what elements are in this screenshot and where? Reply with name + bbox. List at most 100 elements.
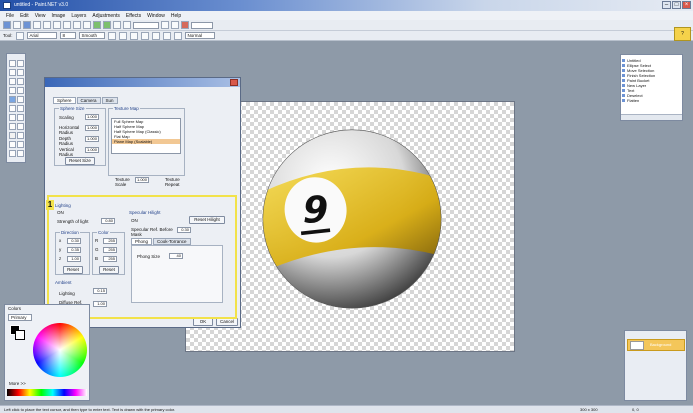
underline-icon[interactable]	[129, 31, 138, 40]
align-center-icon[interactable]	[162, 31, 171, 40]
status-hint: Left click to place the text cursor, and…	[4, 407, 176, 412]
open-file-icon[interactable]	[13, 21, 21, 29]
color-wheel[interactable]	[33, 323, 87, 377]
save-icon[interactable]	[23, 21, 31, 29]
ok-button[interactable]: OK	[193, 318, 213, 326]
units-select[interactable]	[191, 21, 213, 29]
zoom-in-icon[interactable]	[161, 21, 169, 29]
sphere-size-label: Sphere Size	[59, 106, 86, 111]
cancel-button[interactable]: Cancel	[216, 318, 238, 326]
zoom-out-icon[interactable]	[171, 21, 179, 29]
tools-panel	[6, 53, 26, 163]
gradient-icon[interactable]	[17, 96, 24, 103]
maximize-button[interactable]: □	[672, 1, 681, 9]
menu-file[interactable]: File	[6, 13, 14, 19]
freeform-shape-icon[interactable]	[17, 150, 24, 157]
rendering-select[interactable]: Smooth	[78, 32, 105, 39]
lighting-highlight-box	[47, 195, 237, 319]
depth-radius-label: Depth Radius	[59, 136, 74, 146]
align-right-icon[interactable]	[173, 31, 182, 40]
menu-adjustments[interactable]: Adjustments	[92, 13, 120, 19]
ellipse-select-icon[interactable]	[9, 78, 16, 85]
title-bar: untitled - Paint.NET v3.0 – □ ×	[0, 0, 693, 11]
close-button[interactable]: ×	[682, 1, 691, 9]
rounded-rectangle-icon[interactable]	[17, 141, 24, 148]
tab-camera[interactable]: Camera	[76, 97, 101, 104]
align-left-icon[interactable]	[151, 31, 160, 40]
zoom-tool-icon[interactable]	[17, 78, 24, 85]
paste-icon[interactable]	[63, 21, 71, 29]
magic-wand-icon[interactable]	[9, 87, 16, 94]
blend-mode-select[interactable]: Normal	[184, 32, 215, 39]
ellipse-icon[interactable]	[9, 150, 16, 157]
eraser-icon[interactable]	[17, 105, 24, 112]
lasso-icon[interactable]	[9, 69, 16, 76]
new-file-icon[interactable]	[3, 21, 11, 29]
vertical-radius-input[interactable]: 1.000	[85, 147, 99, 153]
tab-sun[interactable]: Sun	[101, 97, 118, 104]
rectangle-icon[interactable]	[9, 141, 16, 148]
paintbrush-icon[interactable]	[9, 105, 16, 112]
pan-icon[interactable]	[17, 87, 24, 94]
help-button[interactable]: ?	[674, 27, 691, 41]
horizontal-radius-input[interactable]: 1.000	[85, 125, 99, 131]
minimize-button[interactable]: –	[662, 1, 671, 9]
texture-map-label: Texture Map	[113, 106, 140, 111]
color-palette[interactable]	[7, 389, 87, 396]
redo-icon[interactable]	[103, 21, 111, 29]
tab-sphere[interactable]: Sphere	[53, 97, 76, 104]
history-item[interactable]: Flatten	[621, 98, 682, 103]
clone-stamp-icon[interactable]	[9, 123, 16, 130]
menu-view[interactable]: View	[35, 13, 46, 19]
text-icon[interactable]	[9, 132, 16, 139]
recolor-icon[interactable]	[17, 123, 24, 130]
texture-option-selected[interactable]: Plane Map (Scalable)	[112, 139, 180, 144]
menu-effects[interactable]: Effects	[126, 13, 141, 19]
crop-icon[interactable]	[73, 21, 81, 29]
texture-map-list[interactable]: Full Sphere Map Half Sphere Map Half Sph…	[111, 118, 181, 154]
deselect-icon[interactable]	[83, 21, 91, 29]
move-selection-icon[interactable]	[17, 69, 24, 76]
print-icon[interactable]	[33, 21, 41, 29]
more-colors-button[interactable]: More >>	[9, 381, 26, 386]
italic-icon[interactable]	[118, 31, 127, 40]
step-callout: 1	[46, 200, 54, 210]
line-icon[interactable]	[17, 132, 24, 139]
rulers-icon[interactable]	[123, 21, 131, 29]
rectangle-select-icon[interactable]	[9, 60, 16, 67]
move-icon[interactable]	[17, 60, 24, 67]
copy-icon[interactable]	[53, 21, 61, 29]
tool-options-bar: Tool: Arial 8 Smooth Normal	[0, 31, 693, 41]
bold-icon[interactable]	[107, 31, 116, 40]
pencil-icon[interactable]	[9, 114, 16, 121]
color-picker-icon[interactable]	[17, 114, 24, 121]
strikeout-icon[interactable]	[140, 31, 149, 40]
units-icon[interactable]	[181, 21, 189, 29]
cut-icon[interactable]	[43, 21, 51, 29]
texture-repeat-label: Texture Repeat	[165, 177, 180, 187]
scaling-label: Scaling	[59, 115, 74, 120]
reset-size-button[interactable]: Reset Size	[65, 157, 95, 165]
font-size-select[interactable]: 8	[59, 32, 76, 39]
texture-scale-input[interactable]: 1.000	[135, 177, 149, 183]
depth-radius-input[interactable]: 1.000	[85, 136, 99, 142]
menu-window[interactable]: Window	[147, 13, 165, 19]
undo-icon[interactable]	[93, 21, 101, 29]
menu-layers[interactable]: Layers	[71, 13, 86, 19]
menu-edit[interactable]: Edit	[20, 13, 29, 19]
layer-row[interactable]: Background	[627, 339, 685, 351]
billiard-ball-9: 9	[262, 129, 442, 309]
dialog-close-button[interactable]	[230, 79, 238, 86]
image-size: 300 x 300	[580, 407, 598, 412]
menu-help[interactable]: Help	[171, 13, 181, 19]
color-mode-select[interactable]: Primary	[8, 314, 32, 321]
grid-icon[interactable]	[113, 21, 121, 29]
font-select[interactable]: Arial	[26, 32, 57, 39]
paint-bucket-icon[interactable]	[9, 96, 16, 103]
menu-image[interactable]: Image	[51, 13, 65, 19]
status-bar: Left click to place the text cursor, and…	[0, 405, 693, 413]
scaling-input[interactable]: 1.000	[85, 114, 99, 120]
zoom-select[interactable]	[133, 21, 159, 29]
text-tool-icon[interactable]	[15, 31, 24, 40]
secondary-color-swatch[interactable]	[15, 330, 25, 340]
